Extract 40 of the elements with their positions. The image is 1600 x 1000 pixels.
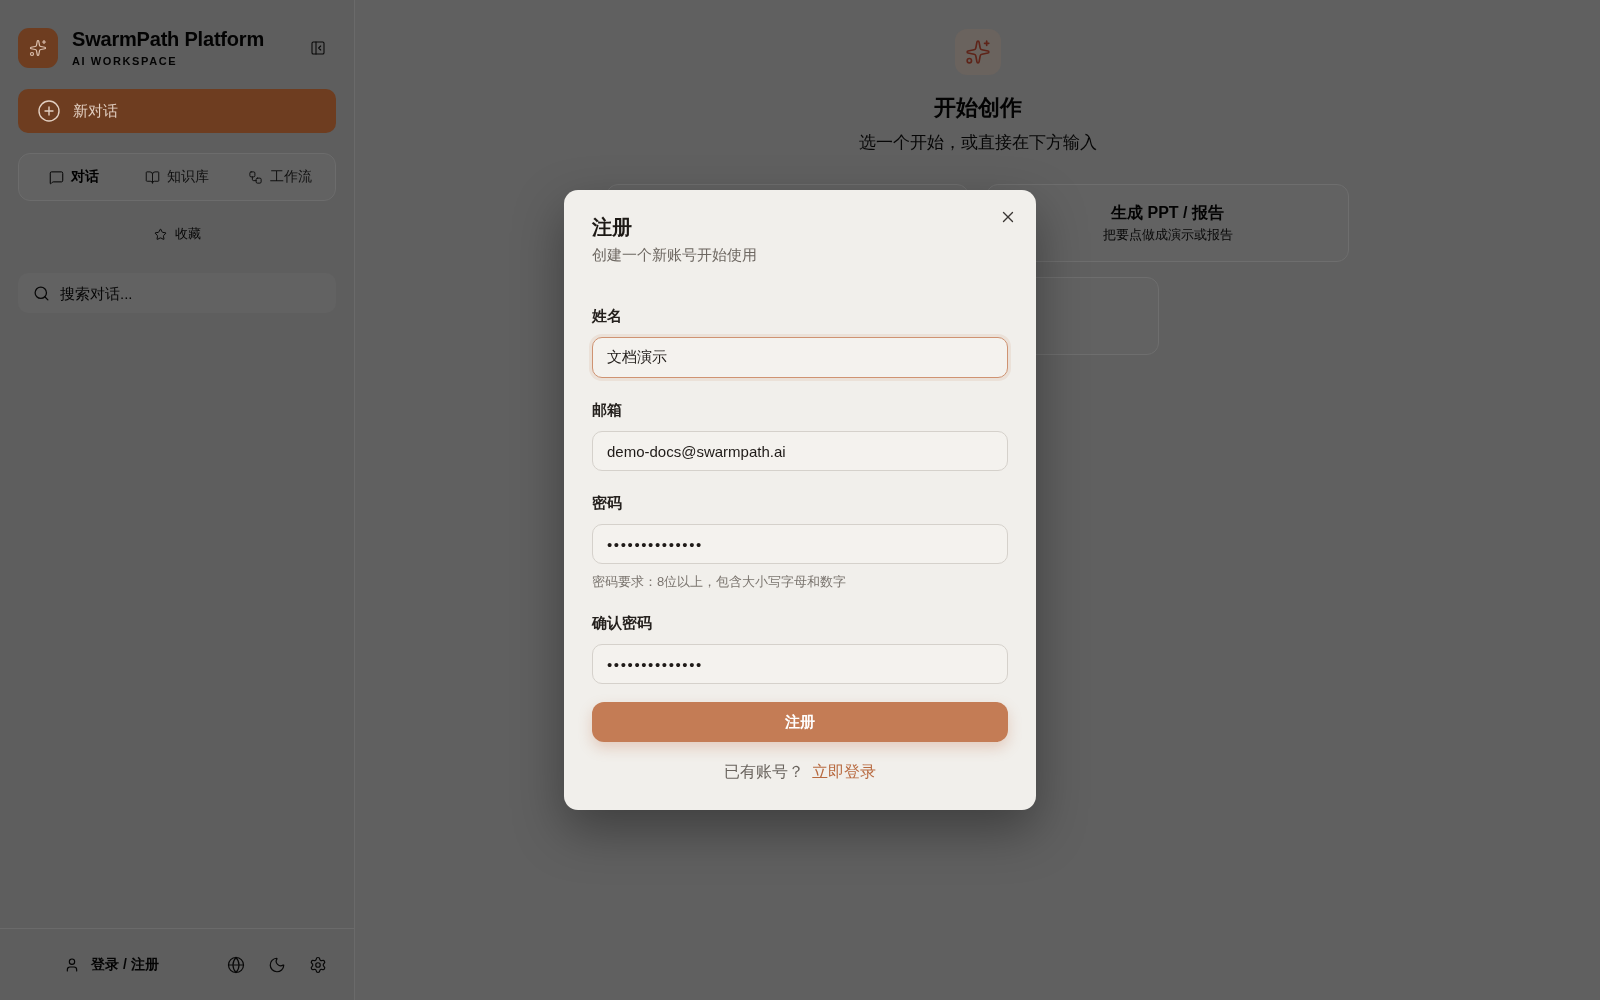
moon-icon[interactable] <box>268 955 286 974</box>
search-icon <box>33 285 50 302</box>
page-heading: 开始创作 <box>933 94 1022 122</box>
login-prompt: 已有账号？ <box>724 762 804 782</box>
dialog-subtitle: 创建一个新账号开始使用 <box>592 245 757 265</box>
brand-tagline: AI WORKSPACE <box>72 55 178 68</box>
sidebar-tab[interactable]: 知识库 <box>125 158 229 196</box>
card-subtitle: 把要点做成演示或报告 <box>1102 225 1233 244</box>
input-field[interactable]: demo-docs@swarmpath.ai <box>592 431 1008 471</box>
plus-icon <box>37 99 61 123</box>
input-field[interactable]: •••••••••••••• <box>592 524 1008 564</box>
sparkle-logo-icon <box>18 27 58 68</box>
globe-icon[interactable] <box>227 955 245 974</box>
search-field[interactable]: 搜索对话... <box>18 273 336 313</box>
field-label: 邮箱 <box>592 400 622 420</box>
dialog-title: 注册 <box>592 215 632 240</box>
card-title: 生成 PPT / 报告 <box>1111 202 1224 223</box>
favorites-link[interactable]: 收藏 <box>147 219 207 249</box>
collapse-sidebar-icon[interactable] <box>310 39 326 56</box>
new-chat-button[interactable]: 新对话 <box>18 89 336 133</box>
field-label: 姓名 <box>592 306 622 326</box>
workflow-icon <box>247 169 263 185</box>
login-link[interactable]: 立即登录 <box>812 761 876 783</box>
input-field[interactable]: •••••••••••••• <box>592 644 1008 684</box>
register-button[interactable]: 注册 <box>592 702 1008 742</box>
field-label: 密码 <box>592 493 622 513</box>
page-subheading: 选一个开始，或直接在下方输入 <box>858 132 1097 154</box>
star-icon <box>153 227 167 241</box>
sidebar-tab[interactable]: 对话 <box>23 158 126 196</box>
settings-icon[interactable] <box>309 955 327 974</box>
sidebar-tab[interactable]: 工作流 <box>228 158 331 196</box>
sparkle-icon <box>954 29 1001 75</box>
book-icon <box>145 169 160 185</box>
input-field[interactable]: 文档演示 <box>592 337 1008 378</box>
field-label: 确认密码 <box>592 613 652 633</box>
login-register-link[interactable]: 登录 / 注册 <box>64 955 159 974</box>
message-icon <box>49 169 65 185</box>
user-icon <box>64 956 80 973</box>
brand-name: SwarmPath Platform <box>72 27 264 51</box>
field-hint: 密码要求：8位以上，包含大小写字母和数字 <box>592 573 847 591</box>
